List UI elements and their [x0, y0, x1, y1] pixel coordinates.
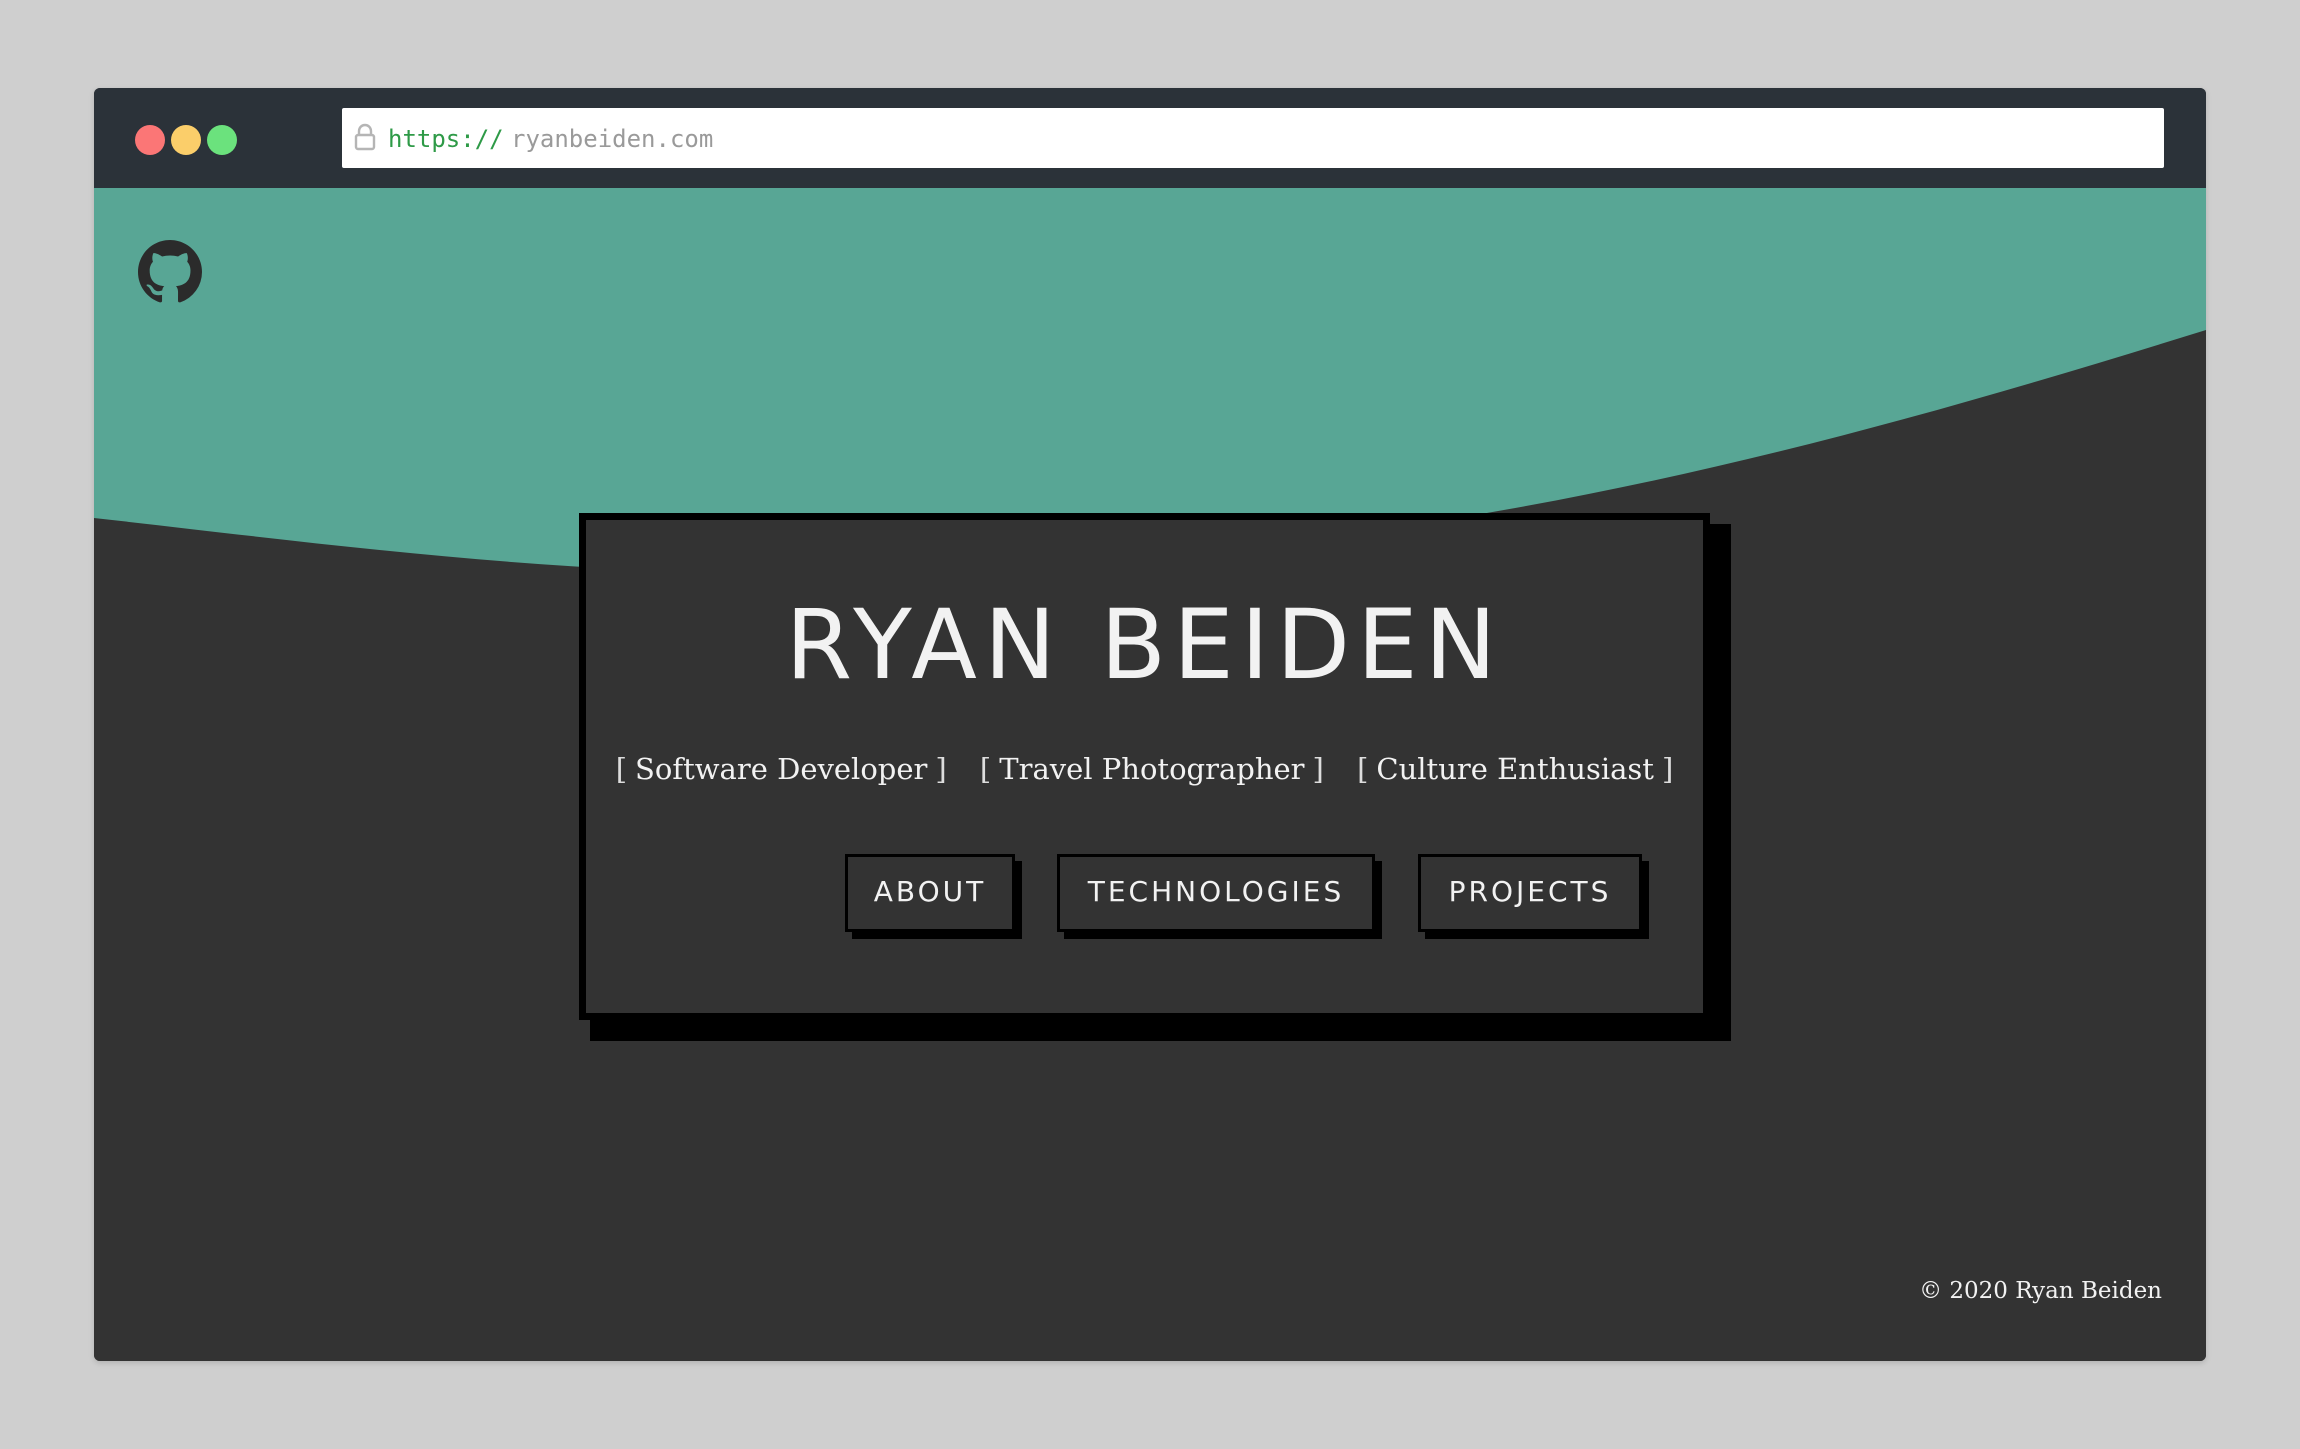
address-bar[interactable]: https:// ryanbeiden.com [342, 108, 2164, 168]
page-content: RYAN BEIDEN [Software Developer] [Travel… [94, 188, 2206, 1361]
tagline-item: [Software Developer] [616, 749, 947, 789]
projects-button[interactable]: PROJECTS [1418, 854, 1642, 932]
browser-window: https:// ryanbeiden.com RYAN BEIDEN [Sof… [94, 88, 2206, 1361]
url-scheme: https:// [388, 125, 504, 153]
bracket-close: ] [1661, 752, 1674, 786]
nav-buttons: ABOUT TECHNOLOGIES PROJECTS [586, 854, 1703, 939]
bracket-open: [ [615, 752, 628, 786]
tagline-text: Software Developer [635, 752, 928, 786]
copyright-text: © 2020 Ryan Beiden [1919, 1278, 2162, 1304]
about-button[interactable]: ABOUT [845, 854, 1015, 932]
tagline-item: [Travel Photographer] [980, 749, 1324, 789]
browser-titlebar: https:// ryanbeiden.com [94, 88, 2206, 188]
page-title: RYAN BEIDEN [785, 589, 1504, 701]
tagline-list: [Software Developer] [Travel Photographe… [586, 749, 1703, 789]
bracket-close: ] [935, 752, 947, 786]
bracket-open: [ [1357, 752, 1369, 786]
url-host: ryanbeiden.com [511, 125, 714, 153]
bracket-open: [ [979, 752, 992, 786]
tagline-item: [Culture Enthusiast] [1357, 749, 1673, 789]
github-icon[interactable] [138, 240, 202, 304]
tagline-text: Travel Photographer [999, 752, 1305, 786]
technologies-button[interactable]: TECHNOLOGIES [1057, 854, 1375, 932]
minimize-window-button[interactable] [171, 125, 201, 155]
hero-card: RYAN BEIDEN [Software Developer] [Travel… [579, 513, 1710, 1020]
close-window-button[interactable] [135, 125, 165, 155]
bracket-close: ] [1312, 752, 1324, 786]
maximize-window-button[interactable] [207, 125, 237, 155]
tagline-text: Culture Enthusiast [1376, 752, 1654, 786]
lock-icon [354, 123, 376, 151]
